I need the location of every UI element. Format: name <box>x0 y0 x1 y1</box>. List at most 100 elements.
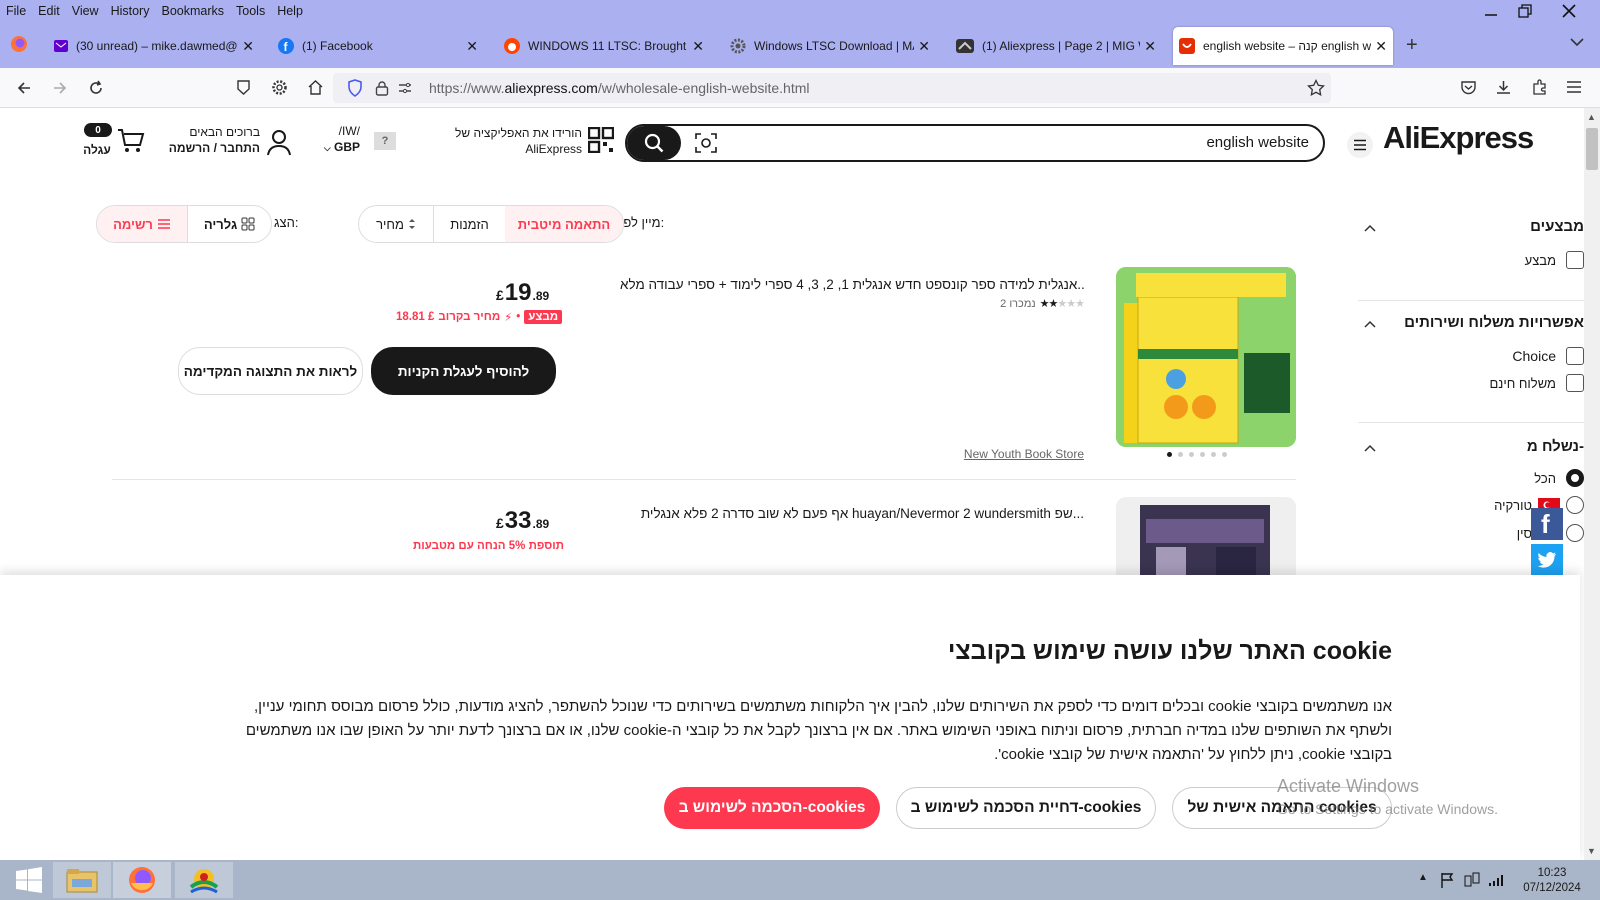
close-tab-icon[interactable]: ✕ <box>918 38 930 55</box>
deal-checkbox[interactable] <box>1566 251 1584 269</box>
cart-icon[interactable] <box>117 128 145 154</box>
network-icon[interactable] <box>1464 872 1480 888</box>
filter-free-shipping-option[interactable]: משלוח חינם <box>1489 374 1584 392</box>
tracking-shield-icon[interactable] <box>347 79 363 97</box>
restore-button[interactable] <box>1502 0 1548 22</box>
turkey-radio[interactable] <box>1566 496 1584 514</box>
categories-menu-icon[interactable] <box>1347 132 1373 158</box>
menu-help[interactable]: Help <box>277 4 303 18</box>
activate-windows-title: Activate Windows <box>1277 776 1420 796</box>
lock-icon[interactable] <box>375 80 389 96</box>
filter-deal-option[interactable]: מבצע <box>1525 251 1584 269</box>
preview-button[interactable]: לראות את התצוגה המקדימה <box>178 347 363 395</box>
menu-bookmarks[interactable]: Bookmarks <box>161 4 224 18</box>
file-explorer-icon[interactable] <box>53 862 111 898</box>
scroll-up-icon[interactable]: ▲ <box>1587 112 1596 122</box>
forward-icon[interactable] <box>52 80 68 96</box>
permissions-icon[interactable] <box>397 80 413 96</box>
search-input[interactable]: english website <box>1206 134 1309 151</box>
home-icon[interactable] <box>307 79 324 96</box>
close-tab-icon[interactable]: ✕ <box>466 38 478 55</box>
url-bar[interactable]: https://www.aliexpress.com/w/wholesale-e… <box>333 73 1331 103</box>
volume-icon[interactable] <box>1488 872 1506 888</box>
chevron-up-icon[interactable] <box>1364 444 1376 452</box>
sort-price[interactable]: מחיר <box>359 206 433 242</box>
extensions-icon[interactable] <box>1531 79 1548 96</box>
back-icon[interactable] <box>16 80 32 96</box>
sort-orders[interactable]: הזמנות <box>433 206 505 242</box>
downloads-icon[interactable] <box>1495 79 1512 96</box>
facebook-share-icon[interactable]: f <box>1531 508 1563 540</box>
hamburger-menu-icon[interactable] <box>1566 80 1582 94</box>
tab-ltsc[interactable]: Windows LTSC Download | MAS ✕ <box>724 27 936 65</box>
product-image[interactable] <box>1116 497 1296 577</box>
search-button[interactable] <box>627 126 681 160</box>
menu-view[interactable]: View <box>72 4 99 18</box>
ship-to-selector[interactable]: /IW/⌵ GBP <box>318 123 360 156</box>
help-icon[interactable]: ? <box>374 132 396 150</box>
qr-code-icon[interactable] <box>588 127 614 153</box>
page-scrollbar[interactable]: ▲ ▼ <box>1584 108 1600 860</box>
start-icon[interactable] <box>0 862 58 898</box>
aliexpress-logo[interactable]: AliExpress <box>1383 120 1534 156</box>
tray-expand-icon[interactable]: ▲ <box>1418 872 1428 883</box>
tab-mig[interactable]: (1) Aliexpress | Page 2 | MIG We ✕ <box>950 27 1162 65</box>
product-title[interactable]: אנגלית למידה ספר קונספט חדש אנגלית 1, 2,… <box>620 277 1084 292</box>
tab-windows11[interactable]: WINDOWS 11 LTSC: Brought to ✕ <box>498 27 710 65</box>
view-list[interactable]: רשימה <box>97 206 187 242</box>
view-gallery[interactable]: גלריה <box>187 206 271 242</box>
twitter-share-icon[interactable] <box>1531 544 1563 576</box>
product-title[interactable]: אף פעם לא שוב סדרה 2 פלא אנגלית huayan/N… <box>560 506 1084 521</box>
menu-tools[interactable]: Tools <box>236 4 265 18</box>
menu-file[interactable]: File <box>6 4 26 18</box>
firefox-view-icon[interactable] <box>10 35 28 53</box>
reject-cookies-button[interactable]: דחיית הסכמה לשימוש ב-cookies <box>896 787 1156 829</box>
scroll-thumb[interactable] <box>1586 128 1598 170</box>
user-icon[interactable] <box>266 128 292 156</box>
filter-choice-option[interactable]: Choice <box>1512 347 1584 365</box>
close-tab-icon[interactable]: ✕ <box>242 38 254 55</box>
accept-cookies-button[interactable]: הסכמה לשימוש ב-cookies <box>664 787 880 829</box>
menu-edit[interactable]: Edit <box>38 4 60 18</box>
image-carousel-dots[interactable] <box>1167 452 1227 457</box>
product-image[interactable] <box>1116 267 1296 447</box>
menu-history[interactable]: History <box>111 4 150 18</box>
tab-mail[interactable]: (30 unread) – mike.dawmed@y ✕ <box>48 27 260 65</box>
save-to-pocket-icon[interactable] <box>235 79 252 96</box>
settings-gear-icon[interactable] <box>271 79 288 96</box>
close-window-button[interactable] <box>1546 0 1592 22</box>
filter-deals-heading: מבצעים <box>1530 218 1584 235</box>
close-tab-icon[interactable]: ✕ <box>1144 38 1156 55</box>
bookmark-star-icon[interactable] <box>1307 79 1325 97</box>
china-radio[interactable] <box>1566 524 1584 542</box>
all-radio[interactable] <box>1566 469 1584 487</box>
close-tab-icon[interactable]: ✕ <box>1375 38 1387 55</box>
account-signin[interactable]: ברוכים הבאים התחבר / הרשמה <box>160 124 260 156</box>
add-to-cart-button[interactable]: להוסיף לעגלת הקניות <box>371 347 556 395</box>
choice-checkbox[interactable] <box>1566 347 1584 365</box>
store-link[interactable]: New Youth Book Store <box>920 447 1084 461</box>
new-tab-icon[interactable]: + <box>1406 34 1418 57</box>
tab-aliexpress[interactable]: english website – קנה english w ✕ <box>1173 27 1393 65</box>
reload-icon[interactable] <box>88 80 104 96</box>
tab-facebook[interactable]: f (1) Facebook ✕ <box>272 27 484 65</box>
download-app-link[interactable]: הורידו את האפליקציה של AliExpress <box>440 125 582 157</box>
action-center-flag-icon[interactable] <box>1440 872 1454 888</box>
chevron-down-icon: ⌵ <box>323 143 331 153</box>
sort-best-match[interactable]: התאמה מיטבית <box>505 206 623 242</box>
clock[interactable]: 10:23 07/12/2024 <box>1508 866 1596 896</box>
list-tabs-icon[interactable] <box>1570 38 1584 47</box>
ships-from-all-option[interactable]: הכל <box>1534 469 1584 487</box>
scroll-down-icon[interactable]: ▼ <box>1587 846 1596 856</box>
chevron-up-icon[interactable] <box>1364 224 1376 232</box>
coins-promo: תוספת 5% הנחה עם מטבעות <box>413 540 564 552</box>
cart-label[interactable]: עגלה <box>80 143 114 157</box>
cookie-banner: האתר שלנו עושה שימוש בקובצי cookie אנו מ… <box>0 575 1580 860</box>
chevron-up-icon[interactable] <box>1364 320 1376 328</box>
firefox-taskbar-icon[interactable] <box>113 862 171 898</box>
free-shipping-checkbox[interactable] <box>1566 374 1584 392</box>
pocket-icon[interactable] <box>1460 79 1477 96</box>
app-taskbar-icon[interactable] <box>175 862 233 898</box>
image-search-icon[interactable] <box>695 133 717 153</box>
close-tab-icon[interactable]: ✕ <box>692 38 704 55</box>
